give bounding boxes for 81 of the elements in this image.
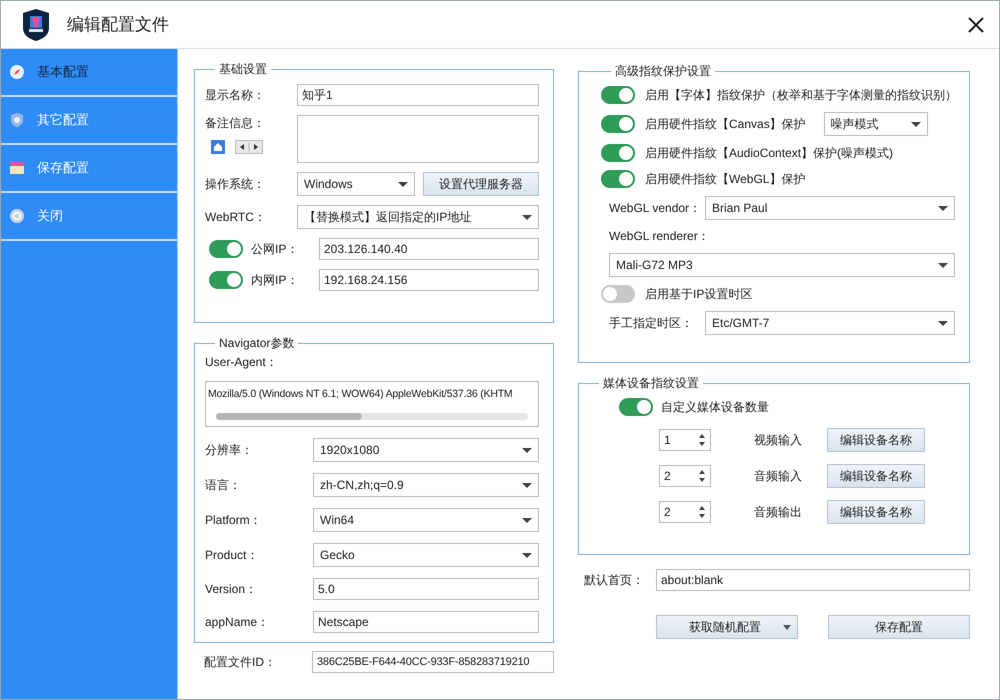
field-label: User-Agent： [205, 354, 279, 371]
toggle-switch[interactable] [209, 271, 243, 289]
save-button[interactable]: 保存配置 [828, 615, 970, 639]
random-config-button[interactable]: 获取随机配置 [656, 615, 798, 639]
edit-names-button[interactable]: 编辑设备名称 [827, 500, 925, 524]
toggle-label: 启用基于IP设置时区 [645, 286, 752, 302]
spin-arrows-icon[interactable] [698, 432, 706, 448]
text-field[interactable]: Netscape [313, 611, 539, 633]
field-label: WebRTC： [205, 208, 267, 226]
ip-field[interactable]: 192.168.24.156 [319, 269, 539, 291]
toggle-switch[interactable] [601, 144, 635, 162]
sidebar-item[interactable]: 基本配置 [1, 49, 177, 97]
dropdown[interactable]: Win64 [313, 508, 539, 532]
shield-icon [9, 112, 25, 128]
note-field[interactable] [297, 115, 539, 163]
os-dropdown[interactable]: Windows [297, 172, 415, 196]
device-label: 音频输出 [753, 504, 803, 520]
power-icon [9, 208, 25, 224]
group-title: 媒体设备指纹设置 [602, 375, 700, 392]
field-label: Platform： [205, 512, 263, 528]
toggle-switch[interactable] [601, 170, 635, 188]
field-label: 内网IP： [251, 272, 300, 288]
field-label: WebGL vendor： [609, 200, 697, 216]
edit-names-button[interactable]: 编辑设备名称 [827, 428, 925, 452]
group-title: 基础设置 [218, 61, 268, 78]
toggle-switch[interactable] [601, 86, 635, 104]
field-label: 语言： [205, 476, 242, 494]
field-label: 分辨率： [205, 442, 254, 458]
toggle-switch[interactable] [619, 398, 653, 416]
caret-icon[interactable] [783, 624, 791, 630]
close-icon[interactable] [967, 16, 985, 34]
arrows-icon[interactable] [235, 140, 263, 154]
field-label: 默认首页： [584, 572, 645, 588]
folder-icon [9, 160, 25, 176]
name-field[interactable]: 知乎1 [297, 84, 539, 106]
profile-id-field[interactable]: 386C25BE-F644-40CC-933F-858283719210 [312, 651, 554, 673]
field-label: WebGL renderer： [609, 228, 710, 245]
shield-logo-icon [21, 8, 51, 42]
homepage-field[interactable]: about:blank [656, 569, 970, 591]
toggle-label: 启用硬件指纹【WebGL】保护 [645, 170, 806, 188]
vendor-dropdown[interactable]: Brian Paul [705, 196, 955, 220]
mode-dropdown[interactable]: 噪声模式 [824, 112, 928, 136]
dropdown[interactable]: 1920x1080 [313, 438, 539, 462]
compass-icon [9, 64, 25, 80]
field-label: appName： [205, 614, 270, 630]
group-title: Navigator参数 [218, 335, 296, 352]
field-label: Product： [205, 546, 260, 564]
ip-field[interactable]: 203.126.140.40 [319, 238, 539, 260]
timezone-dropdown[interactable]: Etc/GMT-7 [705, 311, 955, 335]
field-label: 手工指定时区： [609, 314, 694, 332]
dropdown[interactable]: zh-CN,zh;q=0.9 [313, 473, 539, 497]
field-label: 配置文件ID： [204, 654, 277, 670]
device-label: 音频输入 [753, 468, 803, 484]
number-spinner[interactable]: 2 [659, 465, 711, 487]
window-title: 编辑配置文件 [67, 14, 169, 36]
webrtc-dropdown[interactable]: 【替换模式】返回指定的IP地址 [297, 205, 539, 229]
spin-arrows-icon[interactable] [698, 504, 706, 520]
home-icon[interactable] [211, 140, 225, 154]
device-label: 视频输入 [753, 432, 803, 448]
toggle-label: 启用硬件指纹【AudioContext】保护(噪声模式) [645, 144, 894, 162]
field-label: 备注信息： [205, 115, 266, 132]
toggle-switch[interactable] [601, 115, 635, 133]
proxy-button[interactable]: 设置代理服务器 [422, 172, 539, 196]
toggle-label: 自定义媒体设备数量 [661, 398, 769, 416]
text-field[interactable]: 5.0 [313, 578, 539, 600]
number-spinner[interactable]: 2 [659, 501, 711, 523]
toggle-switch[interactable] [601, 285, 635, 303]
toggle-label: 启用硬件指纹【Canvas】保护 [645, 116, 806, 132]
spin-arrows-icon[interactable] [698, 468, 706, 484]
number-spinner[interactable]: 1 [659, 429, 711, 451]
field-label: 显示名称： [205, 86, 266, 104]
edit-names-button[interactable]: 编辑设备名称 [827, 464, 925, 488]
toggle-label: 启用【字体】指纹保护（枚举和基于字体测量的指纹识别） [645, 86, 957, 104]
field-label: 操作系统： [205, 176, 266, 192]
dropdown[interactable]: Gecko [313, 543, 539, 567]
field-label: Version： [205, 580, 258, 598]
toggle-switch[interactable] [209, 240, 243, 258]
group-title: 高级指纹保护设置 [614, 63, 712, 80]
field-label: 公网IP： [251, 240, 300, 258]
renderer-dropdown[interactable]: Mali-G72 MP3 [609, 253, 955, 277]
user-agent-field[interactable]: Mozilla/5.0 (Windows NT 6.1; WOW64) AppleWebKit/537.36 (KHTM [205, 381, 539, 427]
